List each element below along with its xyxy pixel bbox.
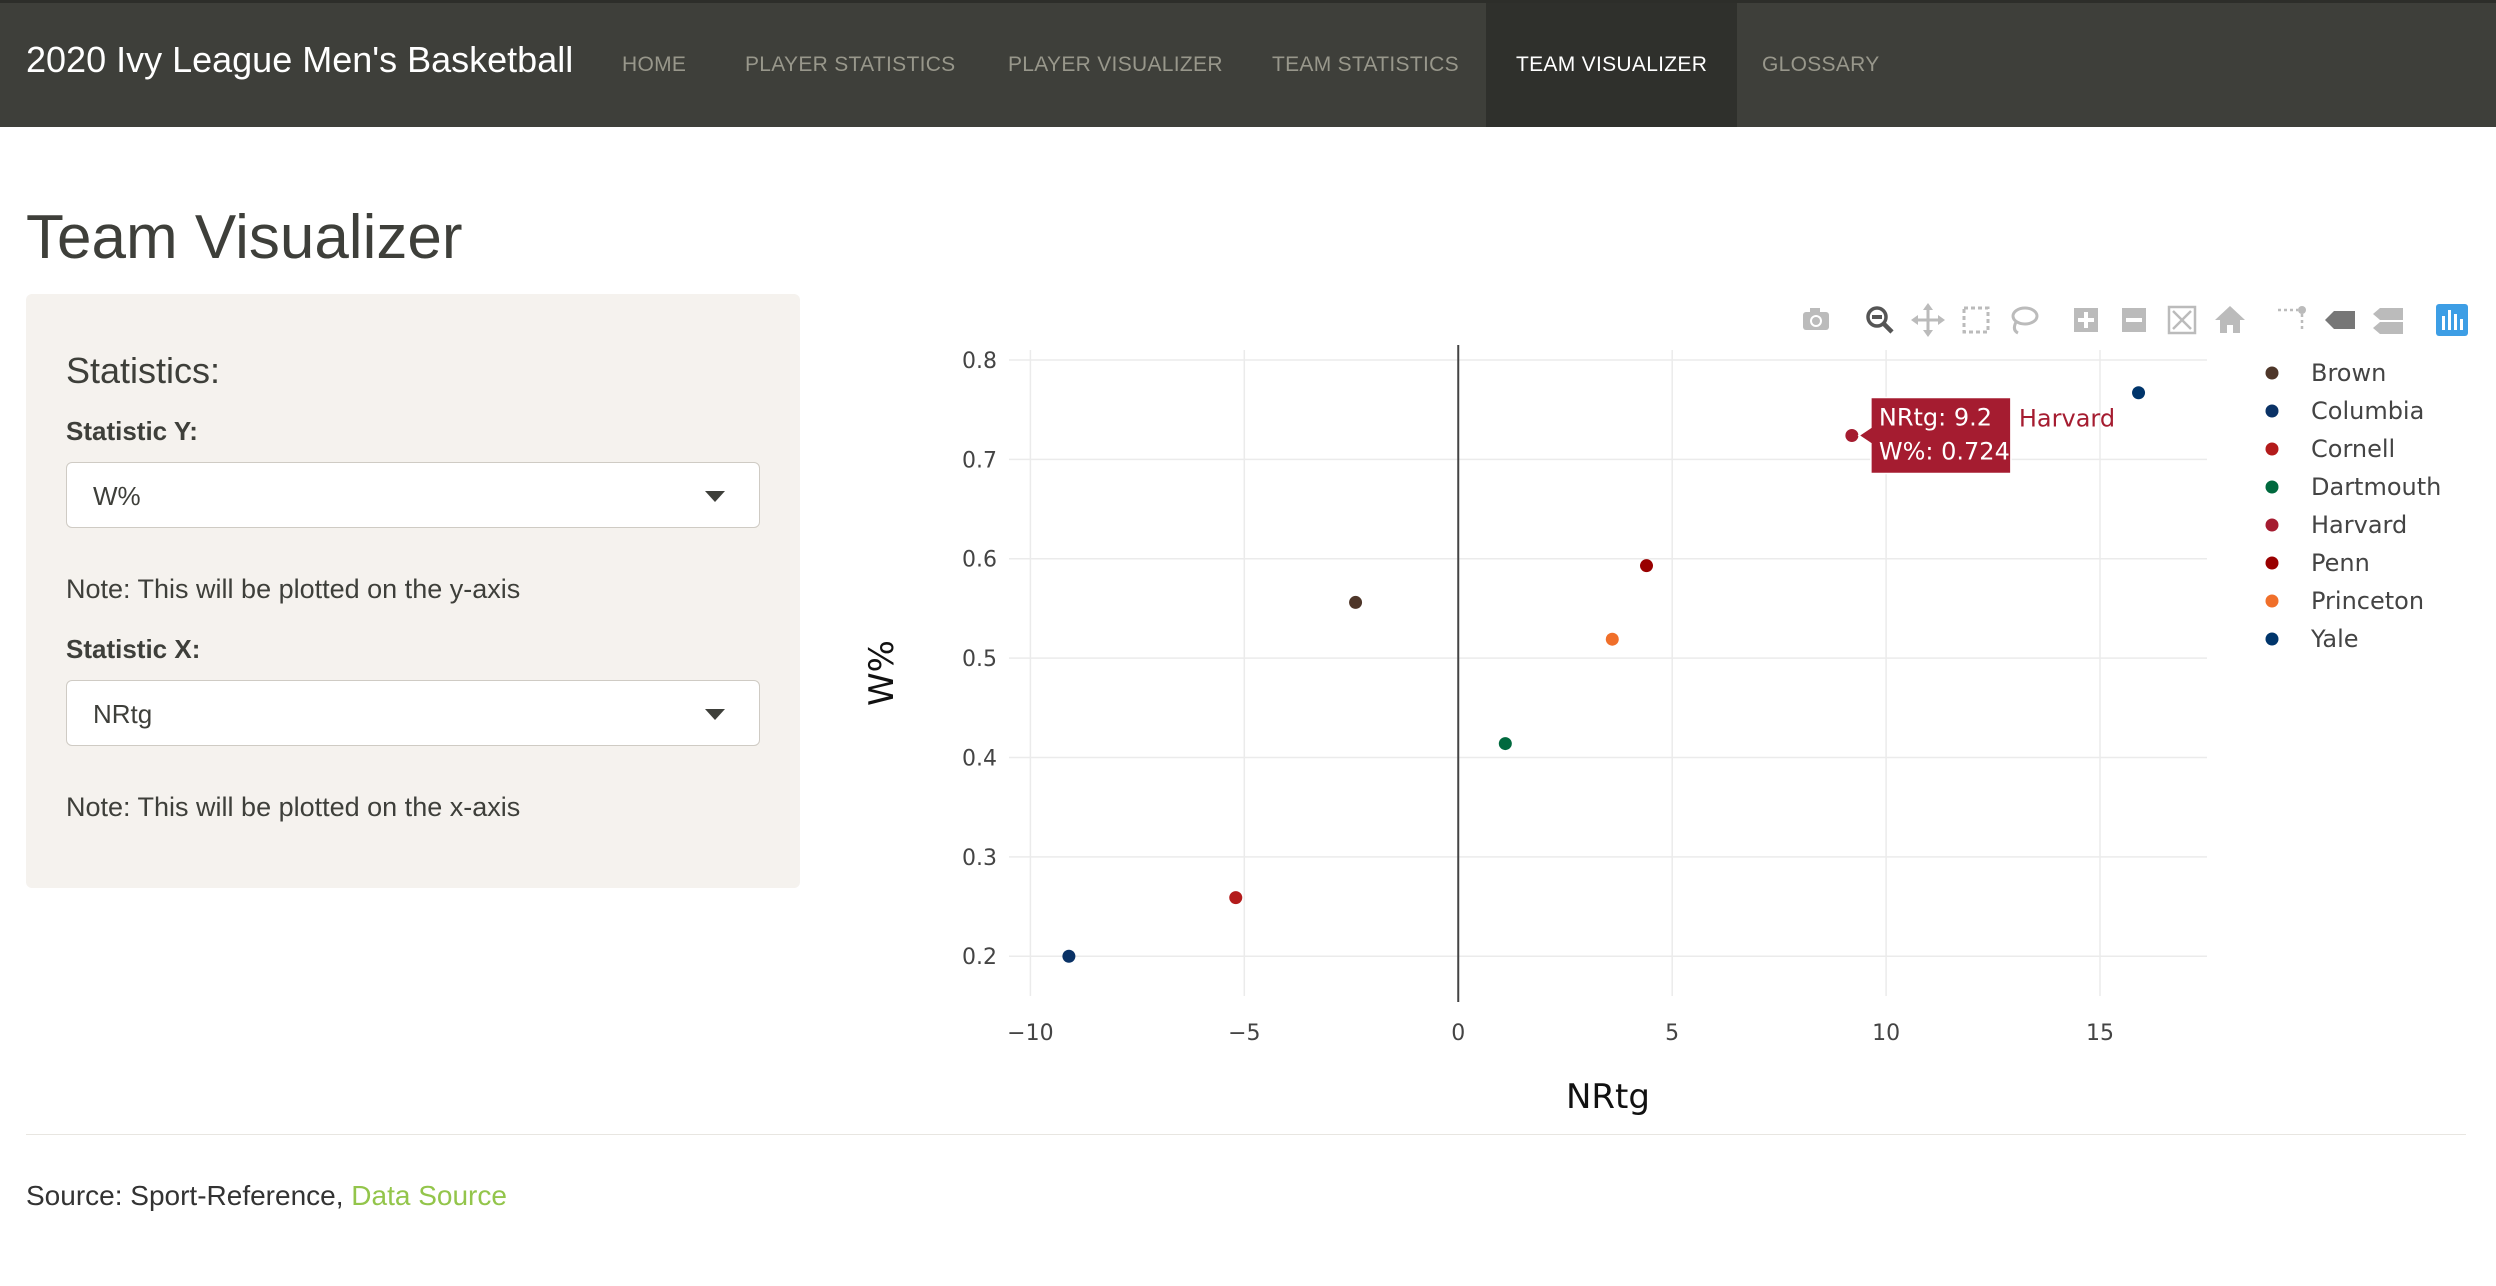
nav-player-statistics[interactable]: PLAYER STATISTICS [715,3,985,127]
source-text: Source: Sport-Reference, [26,1180,344,1211]
y-tick-label: 0.8 [962,349,997,374]
source-note: Source: Sport-Reference, Data Source [26,1180,507,1212]
x-tick-label: 10 [1872,1021,1900,1046]
legend-item-penn[interactable]: Penn [2311,549,2370,577]
legend-marker-dartmouth [2265,480,2279,494]
panel-heading: Statistics: [66,350,221,391]
chevron-down-icon [705,491,725,502]
statistic-y-select[interactable]: W% [66,462,760,528]
legend-marker-harvard [2265,518,2279,532]
legend-marker-cornell [2265,442,2279,456]
y-tick-label: 0.2 [962,945,997,970]
brand-title[interactable]: 2020 Ivy League Men's Basketball [26,39,573,81]
legend-marker-princeton [2265,594,2279,608]
legend-marker-yale [2265,632,2279,646]
statistic-x-label: Statistic X: [66,634,201,664]
legend-marker-penn [2265,556,2279,570]
nav-glossary[interactable]: GLOSSARY [1732,3,1910,127]
data-point-cornell[interactable] [1229,891,1243,905]
legend-item-cornell[interactable]: Cornell [2311,435,2395,463]
data-point-yale[interactable] [2132,386,2146,400]
nav-team-statistics[interactable]: TEAM STATISTICS [1242,3,1489,127]
navbar: 2020 Ivy League Men's Basketball HOME PL… [0,0,2496,127]
chevron-down-icon [705,709,725,720]
data-point-harvard[interactable] [1845,428,1859,442]
legend-item-brown[interactable]: Brown [2311,359,2386,387]
data-point-princeton[interactable] [1605,632,1619,646]
statistics-panel: Statistics: Statistic Y: W% Note: This w… [26,294,800,888]
legend-marker-columbia [2265,404,2279,418]
nav-home[interactable]: HOME [592,3,716,127]
statistic-y-label: Statistic Y: [66,416,198,446]
data-point-columbia[interactable] [1062,949,1076,963]
x-tick-label: 0 [1451,1021,1465,1046]
statistic-y-note: Note: This will be plotted on the y-axis [66,574,521,604]
y-tick-label: 0.7 [962,448,997,473]
nav-player-visualizer[interactable]: PLAYER VISUALIZER [978,3,1253,127]
x-tick-label: −10 [1007,1021,1053,1046]
legend-item-princeton[interactable]: Princeton [2311,587,2424,615]
statistic-y-value: W% [93,481,141,511]
data-source-link[interactable]: Data Source [351,1180,507,1211]
data-point-brown[interactable] [1349,595,1363,609]
statistic-x-note: Note: This will be plotted on the x-axis [66,792,521,822]
y-tick-label: 0.5 [962,647,997,672]
data-point-dartmouth[interactable] [1498,737,1512,751]
legend-item-yale[interactable]: Yale [2310,625,2359,653]
x-tick-label: −5 [1228,1021,1260,1046]
x-axis-title: NRtg [1566,1077,1650,1117]
x-tick-label: 15 [2086,1021,2114,1046]
hover-tooltip-line: NRtg: 9.2 [1879,403,1992,431]
hover-tooltip-line: W%: 0.724 [1879,437,2010,465]
legend-item-harvard[interactable]: Harvard [2311,511,2407,539]
data-point-penn[interactable] [1640,559,1654,573]
hover-tooltip-name: Harvard [2019,404,2115,432]
legend-marker-brown [2265,366,2279,380]
legend-item-columbia[interactable]: Columbia [2311,397,2424,425]
y-tick-label: 0.3 [962,846,997,871]
plot-container: −10 −5 0 5 10 15 0.2 0.3 0.4 0.5 0.6 0.7 0.8 NRtg W% NR… [820,290,2496,1130]
y-tick-label: 0.6 [962,548,997,573]
x-tick-label: 5 [1665,1021,1679,1046]
scatter-chart[interactable]: −10 −5 0 5 10 15 0.2 0.3 0.4 0.5 0.6 0.7 0.8 NRtg W% NR… [820,290,2496,1130]
legend-item-dartmouth[interactable]: Dartmouth [2311,473,2441,501]
footer-divider [26,1134,2466,1135]
statistic-x-select[interactable]: NRtg [66,680,760,746]
statistic-x-value: NRtg [93,699,153,729]
page-title: Team Visualizer [26,203,463,272]
y-axis-title: W% [862,640,902,706]
nav-team-visualizer[interactable]: TEAM VISUALIZER [1486,3,1738,127]
y-tick-label: 0.4 [962,746,997,771]
